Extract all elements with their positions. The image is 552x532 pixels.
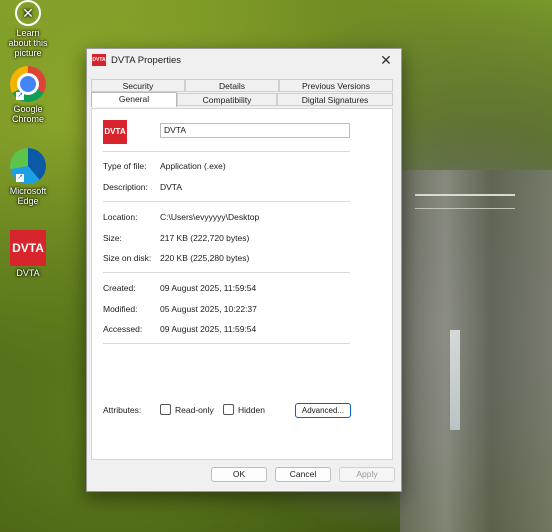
ok-button[interactable]: OK [211, 467, 267, 482]
desktop-icon-edge[interactable]: ↗ Microsoft Edge [4, 148, 52, 206]
tab-security[interactable]: Security [91, 79, 185, 92]
properties-dialog: DVTA DVTA Properties ✕ Security Details … [86, 48, 402, 492]
desktop-icon-label: Google Chrome [11, 104, 44, 124]
desktop-icon-label: Microsoft Edge [9, 186, 47, 206]
description-value: DVTA [160, 182, 183, 192]
desktop-icon-learn-about-picture[interactable]: ✕ Learn about this picture [4, 0, 52, 58]
size-label: Size: [103, 233, 122, 243]
tab-general[interactable]: General [91, 92, 177, 107]
general-panel: DVTA DVTA Type of file: Application (.ex… [91, 108, 393, 460]
info-circle-icon: ✕ [15, 0, 41, 26]
accessed-value: 09 August 2025, 11:59:54 [160, 324, 257, 334]
dvta-icon: DVTA [10, 230, 46, 266]
desktop-icon-dvta[interactable]: DVTA DVTA [4, 230, 52, 278]
size-on-disk-value: 220 KB (225,280 bytes) [160, 253, 250, 263]
tab-details[interactable]: Details [185, 79, 279, 92]
readonly-checkbox[interactable]: Read-only [160, 404, 214, 415]
desktop-icon-chrome[interactable]: ↗ Google Chrome [4, 66, 52, 124]
desktop-icon-label: DVTA [16, 268, 40, 278]
advanced-button[interactable]: Advanced... [295, 403, 351, 418]
close-button[interactable]: ✕ [375, 51, 397, 69]
accessed-label: Accessed: [103, 324, 143, 334]
tab-strip: Security Details Previous Versions Gener… [91, 79, 393, 109]
shortcut-arrow-icon: ↗ [16, 92, 24, 100]
separator [103, 272, 350, 273]
desktop-icon-label: Learn about this picture [8, 28, 48, 58]
hidden-label: Hidden [238, 404, 265, 415]
checkbox-box[interactable] [160, 404, 171, 415]
type-value: Application (.exe) [160, 161, 226, 171]
wallpaper-waterfall [450, 330, 460, 430]
modified-label: Modified: [103, 304, 138, 314]
edge-icon: ↗ [10, 148, 46, 184]
location-label: Location: [103, 212, 138, 222]
separator [103, 343, 350, 344]
created-value: 09 August 2025, 11:59:54 [160, 283, 257, 293]
wallpaper-bridge [415, 194, 515, 209]
tab-digital-signatures[interactable]: Digital Signatures [277, 93, 393, 106]
readonly-label: Read-only [175, 404, 214, 415]
app-icon: DVTA [92, 54, 106, 66]
modified-value: 05 August 2025, 10:22:37 [160, 304, 257, 314]
shortcut-arrow-icon: ↗ [16, 174, 24, 182]
attributes-label: Attributes: [103, 405, 142, 415]
location-value: C:\Users\evyyyyy\Desktop [160, 212, 260, 222]
hidden-checkbox[interactable]: Hidden [223, 404, 265, 415]
apply-button[interactable]: Apply [339, 467, 395, 482]
created-label: Created: [103, 283, 136, 293]
tab-compatibility[interactable]: Compatibility [177, 93, 277, 106]
cancel-button[interactable]: Cancel [275, 467, 331, 482]
file-name-field[interactable]: DVTA [160, 123, 350, 138]
title-bar[interactable]: DVTA DVTA Properties ✕ [87, 49, 401, 73]
dialog-title: DVTA Properties [111, 55, 182, 66]
separator [103, 201, 350, 202]
tab-previous-versions[interactable]: Previous Versions [279, 79, 393, 92]
wallpaper-cliff [400, 170, 552, 532]
checkbox-box[interactable] [223, 404, 234, 415]
description-label: Description: [103, 182, 148, 192]
dvta-file-icon: DVTA [103, 120, 127, 144]
size-value: 217 KB (222,720 bytes) [160, 233, 250, 243]
type-label: Type of file: [103, 161, 147, 171]
size-on-disk-label: Size on disk: [103, 253, 152, 263]
chrome-icon: ↗ [10, 66, 46, 102]
separator [103, 151, 350, 152]
